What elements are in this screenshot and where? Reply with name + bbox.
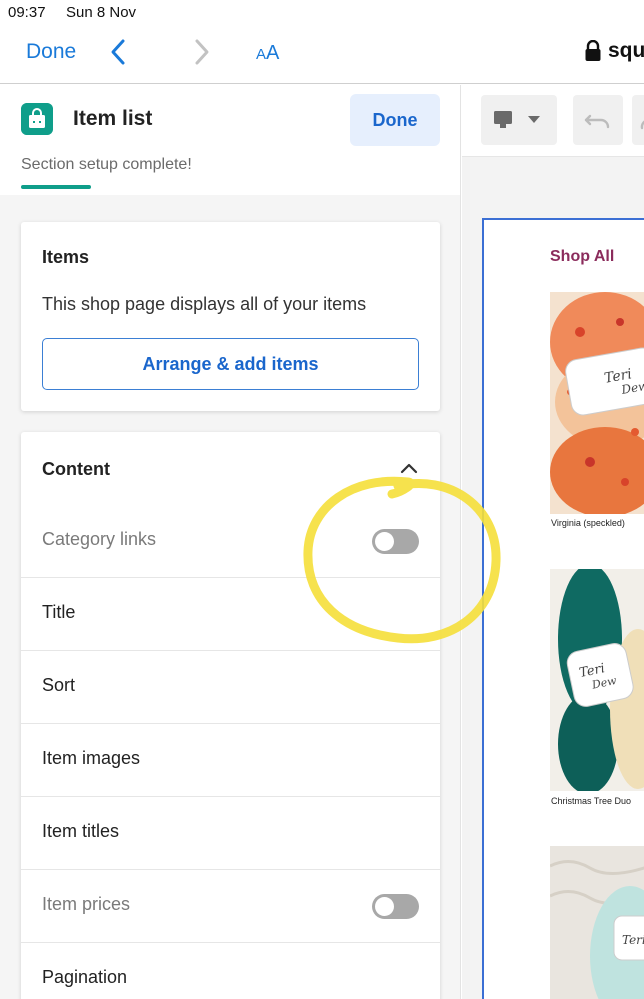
back-chevron-icon[interactable]	[108, 38, 128, 66]
content-row-category-links[interactable]: Category links	[21, 505, 440, 578]
monitor-icon	[494, 111, 540, 128]
svg-text:Teri: Teri	[622, 933, 644, 947]
content-row-title[interactable]: Title	[21, 578, 440, 651]
setup-status-text: Section setup complete!	[21, 156, 192, 173]
content-row-item-images[interactable]: Item images	[21, 724, 440, 797]
forward-chevron-icon[interactable]	[192, 38, 212, 66]
toggle-knob	[375, 532, 394, 551]
status-date: Sun 8 Nov	[66, 4, 137, 21]
pagination-label: Pagination	[42, 967, 128, 987]
undo-icon	[584, 114, 610, 129]
browser-done-button[interactable]: Done	[26, 40, 76, 64]
redo-button[interactable]	[632, 95, 644, 145]
product-image[interactable]: Teri Dew	[550, 569, 644, 791]
toggle-knob	[375, 897, 394, 916]
panel-header: Item list Done Section setup complete!	[0, 85, 460, 195]
category-links-toggle[interactable]	[372, 529, 419, 554]
content-row-item-prices[interactable]: Item prices	[21, 870, 440, 943]
panel-title: Item list	[73, 107, 153, 130]
shopping-bag-icon	[21, 103, 53, 135]
content-row-pagination[interactable]: Pagination	[21, 943, 440, 999]
url-bar[interactable]: squ	[608, 39, 644, 63]
status-bar: 09:37 Sun 8 Nov	[0, 0, 644, 24]
browser-toolbar: Done AA squ	[0, 24, 644, 84]
arrange-add-items-button[interactable]: Arrange & add items	[42, 338, 419, 390]
preview-toolbar	[462, 85, 644, 157]
text-size-button[interactable]: AA	[256, 42, 279, 65]
device-selector[interactable]	[481, 95, 557, 145]
item-titles-label: Item titles	[42, 821, 120, 841]
title-label: Title	[42, 602, 76, 622]
content-card: Content Category links Title Sort Item i…	[21, 432, 440, 999]
undo-button[interactable]	[573, 95, 623, 145]
item-prices-toggle[interactable]	[372, 894, 419, 919]
content-card-title: Content	[42, 459, 110, 479]
items-card: Items This shop page displays all of you…	[21, 222, 440, 411]
product-image[interactable]: Teri Dew	[550, 292, 644, 514]
items-card-description: This shop page displays all of your item…	[42, 294, 367, 314]
redo-icon	[640, 120, 644, 130]
shop-all-heading: Shop All	[550, 248, 615, 265]
item-prices-label: Item prices	[42, 894, 131, 914]
panel-done-button[interactable]: Done	[350, 94, 440, 146]
sort-label: Sort	[42, 675, 76, 695]
setup-progress-bar	[21, 185, 91, 189]
product-name[interactable]: Christmas Tree Duo	[551, 796, 631, 806]
category-links-label: Category links	[42, 529, 157, 549]
product-name[interactable]: Virginia (speckled)	[551, 518, 625, 528]
product-image[interactable]: Teri	[550, 846, 644, 999]
content-row-sort[interactable]: Sort	[21, 651, 440, 724]
content-row-item-titles[interactable]: Item titles	[21, 797, 440, 870]
item-images-label: Item images	[42, 748, 141, 768]
status-time: 09:37	[8, 4, 46, 21]
lock-icon	[585, 40, 601, 61]
items-card-title: Items	[42, 247, 90, 267]
chevron-up-icon[interactable]	[400, 462, 418, 474]
